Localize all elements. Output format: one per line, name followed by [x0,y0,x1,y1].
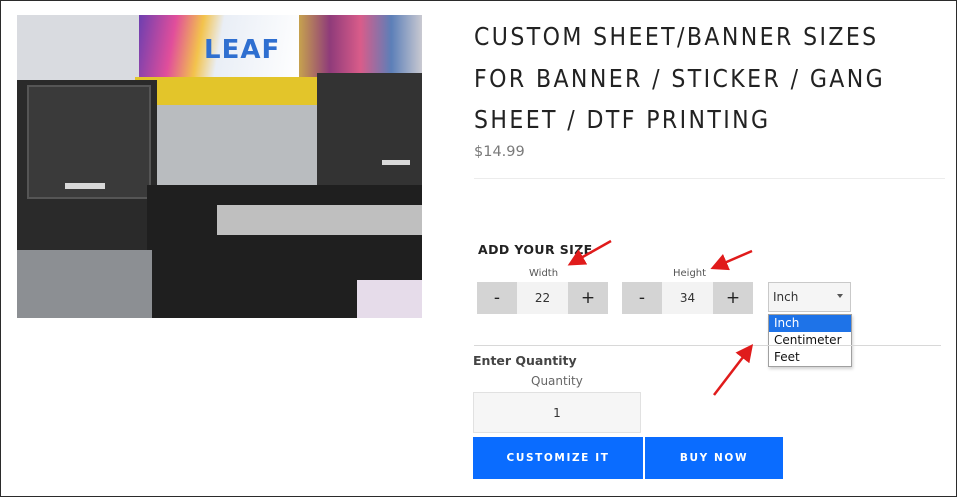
height-input[interactable]: 34 [662,282,713,314]
divider [474,345,941,346]
product-price: $14.99 [474,144,525,160]
image-floor [17,250,152,318]
customize-button[interactable]: CUSTOMIZE IT [473,437,643,479]
width-increment-button[interactable]: + [568,282,608,314]
image-machine-yellow-band [135,77,335,105]
quantity-label: Quantity [531,374,583,388]
quantity-heading: Enter Quantity [473,353,577,368]
image-machine-handle [65,183,105,189]
height-stepper: - 34 + [622,282,753,314]
width-stepper: - 22 + [477,282,608,314]
image-machine-window [147,105,337,185]
chevron-down-icon [837,294,843,298]
width-decrement-button[interactable]: - [477,282,517,314]
divider [474,178,945,179]
poster-logo-text: LEAF [204,35,281,65]
unit-selected-value: Inch [773,290,799,304]
product-image[interactable]: LEAF [17,15,422,318]
height-increment-button[interactable]: + [713,282,753,314]
image-machine-tray [217,205,422,235]
height-decrement-button[interactable]: - [622,282,662,314]
unit-option-feet[interactable]: Feet [769,349,851,366]
unit-option-centimeter[interactable]: Centimeter [769,332,851,349]
image-machine-handle-right [382,160,410,165]
unit-option-inch[interactable]: Inch [769,315,851,332]
unit-select[interactable]: Inch [768,282,851,312]
quantity-input[interactable]: 1 [473,392,641,433]
product-title: CUSTOM SHEET/BANNER SIZES FOR BANNER / S… [474,22,886,134]
image-cloth [357,280,422,318]
buy-now-button[interactable]: BUY NOW [645,437,783,479]
width-label: Width [529,268,559,279]
width-input[interactable]: 22 [517,282,568,314]
add-size-heading: ADD YOUR SIZE [478,242,593,257]
image-poster: LEAF [139,15,299,83]
image-machine-left-panel [27,85,151,199]
height-label: Height [673,268,707,279]
unit-dropdown-list: Inch Centimeter Feet [768,314,852,367]
